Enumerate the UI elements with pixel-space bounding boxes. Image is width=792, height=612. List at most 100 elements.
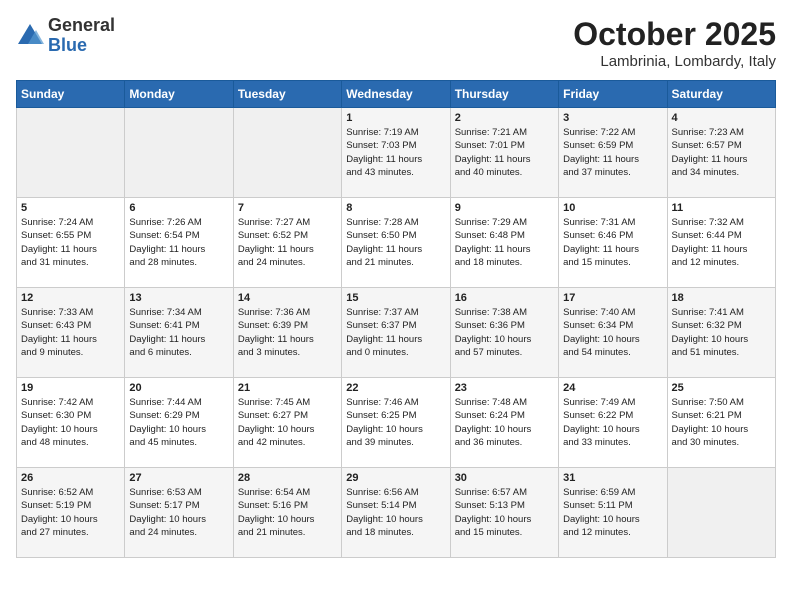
page-header: General Blue October 2025 Lambrinia, Lom… [16,16,776,70]
weekday-header-tuesday: Tuesday [233,81,341,108]
calendar-cell: 2 Sunrise: 7:21 AM Sunset: 7:01 PM Daylig… [450,108,558,198]
day-info: Sunrise: 7:50 AM Sunset: 6:21 PM Dayligh… [672,396,771,449]
day-number: 15 [346,292,445,304]
calendar-cell: 7Sunrise: 7:27 AM Sunset: 6:52 PM Daylig… [233,198,341,288]
day-number: 30 [455,472,554,484]
day-number: 3 [563,112,662,124]
calendar-cell: 26 Sunrise: 6:52 AM Sunset: 5:19 PM Dayli… [17,468,125,558]
week-row-4: 19 Sunrise: 7:42 AM Sunset: 6:30 PM Dayli… [17,378,776,468]
day-number: 2 [455,112,554,124]
day-number: 11 [672,202,771,214]
day-number: 9 [455,202,554,214]
calendar-cell: 10 Sunrise: 7:31 AM Sunset: 6:46 PM Dayli… [559,198,667,288]
calendar-cell [667,468,775,558]
day-info: Sunrise: 7:45 AM Sunset: 6:27 PM Dayligh… [238,396,337,449]
day-number: 26 [21,472,120,484]
logo-icon [16,22,44,50]
calendar-cell: 14 Sunrise: 7:36 AM Sunset: 6:39 PM Dayli… [233,288,341,378]
day-info: Sunrise: 7:37 AM Sunset: 6:37 PM Dayligh… [346,306,445,359]
day-info: Sunrise: 7:36 AM Sunset: 6:39 PM Dayligh… [238,306,337,359]
day-number: 22 [346,382,445,394]
calendar-cell [125,108,233,198]
day-info: Sunrise: 7:22 AM Sunset: 6:59 PM Dayligh… [563,126,662,179]
calendar-cell: 19 Sunrise: 7:42 AM Sunset: 6:30 PM Dayli… [17,378,125,468]
calendar-cell: 6 Sunrise: 7:26 AM Sunset: 6:54 PM Daylig… [125,198,233,288]
weekday-header-friday: Friday [559,81,667,108]
calendar-cell: 29Sunrise: 6:56 AM Sunset: 5:14 PM Dayli… [342,468,450,558]
calendar-cell: 15 Sunrise: 7:37 AM Sunset: 6:37 PM Dayli… [342,288,450,378]
calendar-cell [17,108,125,198]
day-info: Sunrise: 7:38 AM Sunset: 6:36 PM Dayligh… [455,306,554,359]
weekday-header-thursday: Thursday [450,81,558,108]
day-number: 21 [238,382,337,394]
day-info: Sunrise: 6:56 AM Sunset: 5:14 PM Dayligh… [346,486,445,539]
day-info: Sunrise: 6:52 AM Sunset: 5:19 PM Dayligh… [21,486,120,539]
calendar-cell: 30 Sunrise: 6:57 AM Sunset: 5:13 PM Dayli… [450,468,558,558]
logo-general-text: General [48,15,115,35]
day-info: Sunrise: 7:31 AM Sunset: 6:46 PM Dayligh… [563,216,662,269]
day-info: Sunrise: 7:29 AM Sunset: 6:48 PM Dayligh… [455,216,554,269]
weekday-header-saturday: Saturday [667,81,775,108]
day-info: Sunrise: 6:59 AM Sunset: 5:11 PM Dayligh… [563,486,662,539]
calendar-cell: 17Sunrise: 7:40 AM Sunset: 6:34 PM Dayli… [559,288,667,378]
calendar-cell: 27 Sunrise: 6:53 AM Sunset: 5:17 PM Dayli… [125,468,233,558]
day-number: 31 [563,472,662,484]
day-info: Sunrise: 7:42 AM Sunset: 6:30 PM Dayligh… [21,396,120,449]
day-info: Sunrise: 7:44 AM Sunset: 6:29 PM Dayligh… [129,396,228,449]
day-number: 23 [455,382,554,394]
logo: General Blue [16,16,115,56]
calendar-cell: 11 Sunrise: 7:32 AM Sunset: 6:44 PM Dayli… [667,198,775,288]
week-row-1: 1Sunrise: 7:19 AM Sunset: 7:03 PM Daylig… [17,108,776,198]
day-info: Sunrise: 7:33 AM Sunset: 6:43 PM Dayligh… [21,306,120,359]
calendar-cell: 18 Sunrise: 7:41 AM Sunset: 6:32 PM Dayli… [667,288,775,378]
day-info: Sunrise: 7:49 AM Sunset: 6:22 PM Dayligh… [563,396,662,449]
calendar-cell: 1Sunrise: 7:19 AM Sunset: 7:03 PM Daylig… [342,108,450,198]
weekday-header-wednesday: Wednesday [342,81,450,108]
day-info: Sunrise: 7:48 AM Sunset: 6:24 PM Dayligh… [455,396,554,449]
day-info: Sunrise: 7:41 AM Sunset: 6:32 PM Dayligh… [672,306,771,359]
calendar-cell: 28Sunrise: 6:54 AM Sunset: 5:16 PM Dayli… [233,468,341,558]
weekday-header-row: SundayMondayTuesdayWednesdayThursdayFrid… [17,81,776,108]
calendar-cell: 20 Sunrise: 7:44 AM Sunset: 6:29 PM Dayli… [125,378,233,468]
day-number: 20 [129,382,228,394]
day-number: 18 [672,292,771,304]
week-row-5: 26 Sunrise: 6:52 AM Sunset: 5:19 PM Dayli… [17,468,776,558]
day-info: Sunrise: 7:23 AM Sunset: 6:57 PM Dayligh… [672,126,771,179]
day-number: 6 [129,202,228,214]
day-info: Sunrise: 7:32 AM Sunset: 6:44 PM Dayligh… [672,216,771,269]
calendar-cell: 31 Sunrise: 6:59 AM Sunset: 5:11 PM Dayli… [559,468,667,558]
day-info: Sunrise: 7:27 AM Sunset: 6:52 PM Dayligh… [238,216,337,269]
day-info: Sunrise: 7:19 AM Sunset: 7:03 PM Dayligh… [346,126,445,179]
day-number: 8 [346,202,445,214]
calendar-cell: 5 Sunrise: 7:24 AM Sunset: 6:55 PM Daylig… [17,198,125,288]
calendar-cell: 8 Sunrise: 7:28 AM Sunset: 6:50 PM Daylig… [342,198,450,288]
calendar-cell: 3 Sunrise: 7:22 AM Sunset: 6:59 PM Daylig… [559,108,667,198]
calendar-table: SundayMondayTuesdayWednesdayThursdayFrid… [16,80,776,558]
location-title: Lambrinia, Lombardy, Italy [573,53,776,70]
calendar-cell [233,108,341,198]
day-info: Sunrise: 6:53 AM Sunset: 5:17 PM Dayligh… [129,486,228,539]
title-block: October 2025 Lambrinia, Lombardy, Italy [573,16,776,70]
day-info: Sunrise: 7:46 AM Sunset: 6:25 PM Dayligh… [346,396,445,449]
day-number: 27 [129,472,228,484]
day-info: Sunrise: 7:21 AM Sunset: 7:01 PM Dayligh… [455,126,554,179]
day-info: Sunrise: 7:28 AM Sunset: 6:50 PM Dayligh… [346,216,445,269]
day-number: 5 [21,202,120,214]
calendar-cell: 13Sunrise: 7:34 AM Sunset: 6:41 PM Dayli… [125,288,233,378]
calendar-cell: 24 Sunrise: 7:49 AM Sunset: 6:22 PM Dayli… [559,378,667,468]
day-number: 24 [563,382,662,394]
logo-blue-text: Blue [48,35,87,55]
day-number: 10 [563,202,662,214]
day-number: 12 [21,292,120,304]
calendar-cell: 22 Sunrise: 7:46 AM Sunset: 6:25 PM Dayli… [342,378,450,468]
day-number: 19 [21,382,120,394]
day-number: 25 [672,382,771,394]
calendar-cell: 23 Sunrise: 7:48 AM Sunset: 6:24 PM Dayli… [450,378,558,468]
day-info: Sunrise: 7:26 AM Sunset: 6:54 PM Dayligh… [129,216,228,269]
day-info: Sunrise: 7:24 AM Sunset: 6:55 PM Dayligh… [21,216,120,269]
calendar-cell: 21 Sunrise: 7:45 AM Sunset: 6:27 PM Dayli… [233,378,341,468]
day-number: 28 [238,472,337,484]
week-row-2: 5 Sunrise: 7:24 AM Sunset: 6:55 PM Daylig… [17,198,776,288]
day-number: 14 [238,292,337,304]
day-info: Sunrise: 6:57 AM Sunset: 5:13 PM Dayligh… [455,486,554,539]
